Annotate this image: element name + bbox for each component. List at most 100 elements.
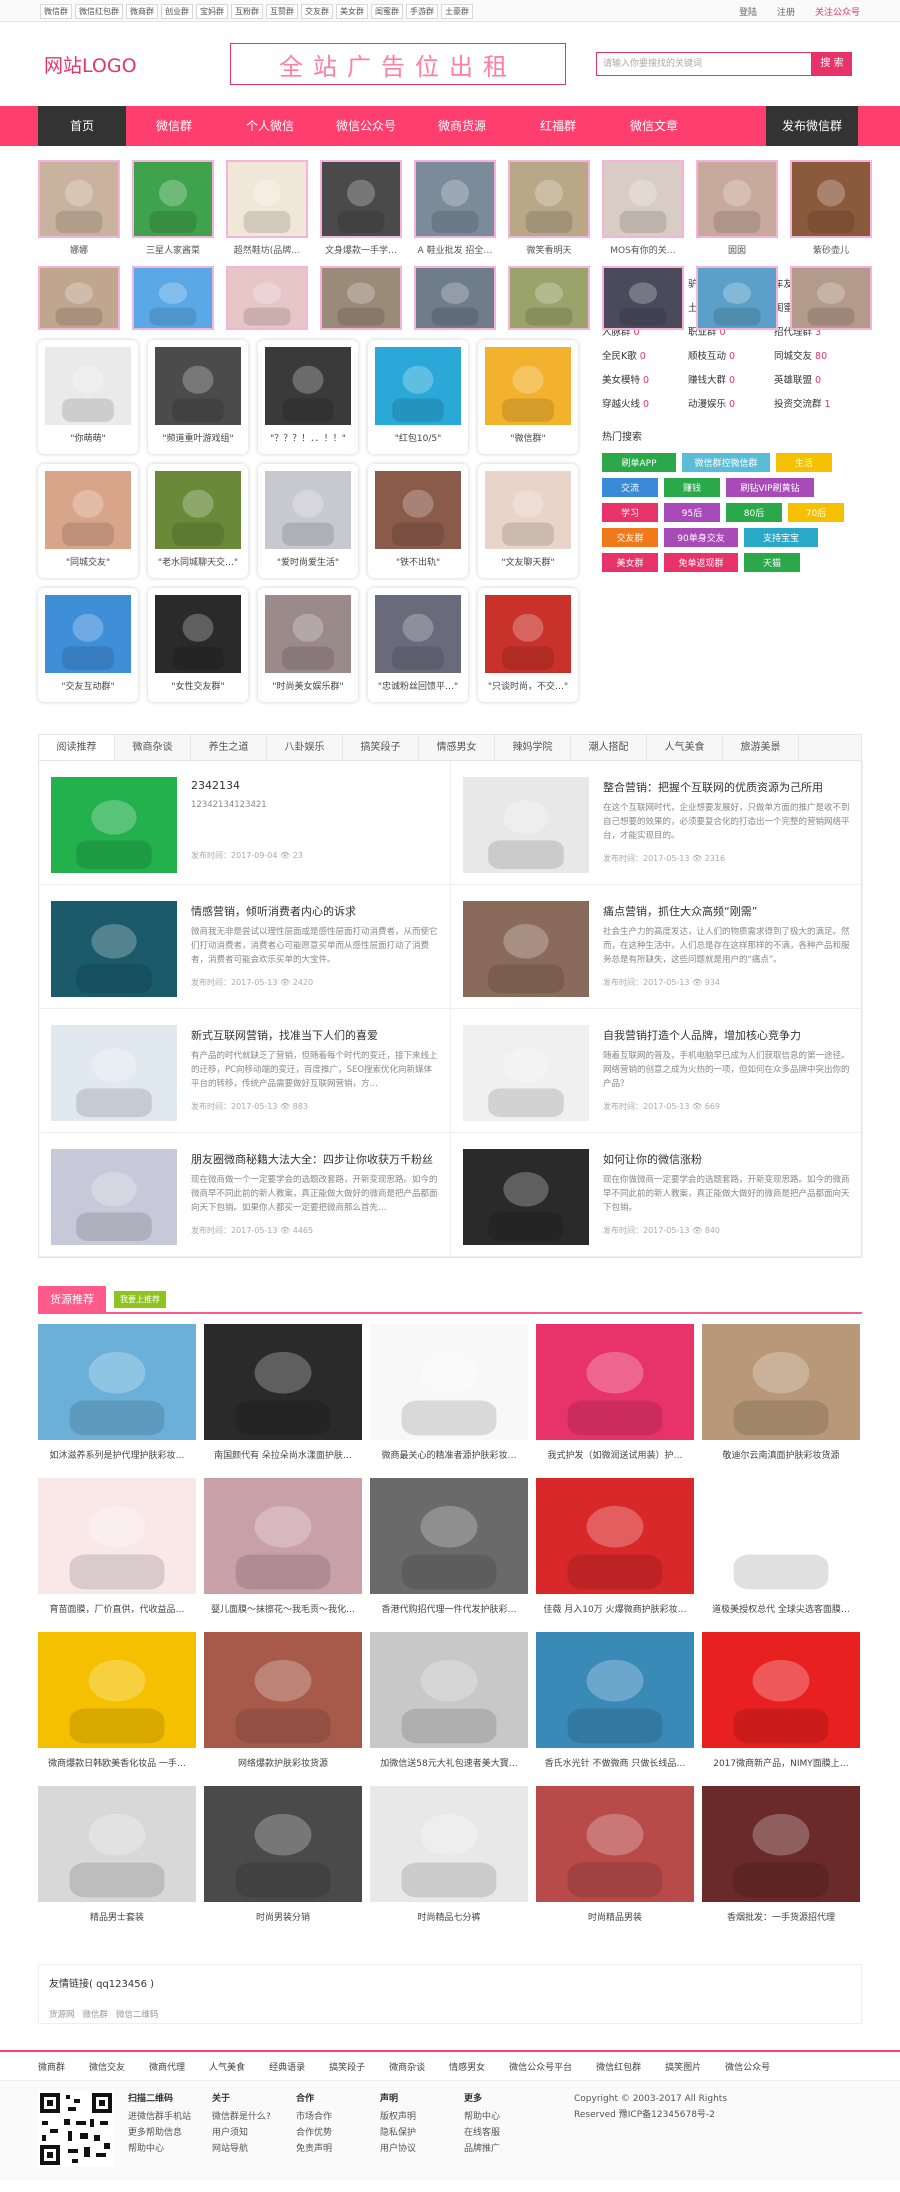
- article-title[interactable]: 新式互联网营销，找准当下人们的喜爱: [191, 1027, 438, 1043]
- article-title[interactable]: 如何让你的微信涨粉: [603, 1151, 850, 1167]
- group-card[interactable]: "？？？！．．！！": [258, 340, 358, 454]
- footer-nav-link[interactable]: 人气美食: [209, 2060, 245, 2073]
- footer-link[interactable]: 微信群是什么?: [212, 2109, 282, 2125]
- avatar-item[interactable]: MOS有你的关…: [602, 160, 684, 256]
- goods-item[interactable]: 时尚精品男装: [536, 1786, 694, 1940]
- footer-link[interactable]: 用户协议: [380, 2141, 450, 2157]
- group-category-link[interactable]: 动漫娱乐 0: [688, 396, 768, 410]
- footer-link[interactable]: 用户须知: [212, 2125, 282, 2141]
- group-card[interactable]: "微信群": [478, 340, 578, 454]
- group-card[interactable]: "同城交友": [38, 464, 138, 578]
- nav-item[interactable]: 微信公众号: [318, 106, 414, 146]
- goods-recommend-badge[interactable]: 我要上推荐: [114, 1290, 166, 1308]
- avatar-item[interactable]: [414, 266, 496, 330]
- footer-nav-link[interactable]: 情感男女: [449, 2060, 485, 2073]
- top-tag[interactable]: 交友群: [301, 3, 333, 19]
- goods-item[interactable]: 时尚男装分销: [204, 1786, 362, 1940]
- hot-tag[interactable]: 刷钻VIP刷黄钻: [726, 478, 814, 497]
- goods-item[interactable]: 精品男士套装: [38, 1786, 196, 1940]
- article-tab[interactable]: 潮人搭配: [571, 735, 647, 760]
- avatar-item[interactable]: 超然鞋坊(品牌…: [226, 160, 308, 256]
- top-tag[interactable]: 互粉群: [231, 3, 263, 19]
- footer-link[interactable]: 帮助中心: [464, 2109, 534, 2125]
- avatar-item[interactable]: [132, 266, 214, 330]
- avatar-item[interactable]: 紫砂壶儿: [790, 160, 872, 256]
- group-card[interactable]: "文友聊天群": [478, 464, 578, 578]
- register-link[interactable]: 注册: [777, 5, 795, 18]
- friend-link[interactable]: 微信群: [83, 2008, 109, 2020]
- top-tag[interactable]: 土豪群: [441, 3, 473, 19]
- group-card[interactable]: "交友互动群": [38, 588, 138, 702]
- goods-item[interactable]: 南国颜代有 朵拉朵尚水漾面护肤…: [204, 1324, 362, 1478]
- goods-item[interactable]: 道极美授权总代 全球尖选客面膜…: [702, 1478, 860, 1632]
- group-card[interactable]: "爱时尚爱生活": [258, 464, 358, 578]
- article-tab[interactable]: 旅游美景: [723, 735, 799, 760]
- site-logo[interactable]: 网站LOGO: [40, 51, 230, 78]
- hot-tag[interactable]: 交友群: [602, 528, 658, 547]
- hot-tag[interactable]: 交流: [602, 478, 658, 497]
- article-title[interactable]: 痛点营销，抓住大众高频“刚需”: [603, 903, 850, 919]
- group-card[interactable]: "忠诚粉丝回馈平…": [368, 588, 468, 702]
- nav-item[interactable]: 红福群: [510, 106, 606, 146]
- hot-tag[interactable]: 生活: [776, 453, 832, 472]
- hot-tag[interactable]: 赚钱: [664, 478, 720, 497]
- goods-item[interactable]: 香氏水光针 不做微商 只做长线品…: [536, 1632, 694, 1786]
- article-item[interactable]: 新式互联网营销，找准当下人们的喜爱 有产品的时代就缺乏了营销，但随着每个时代的变迁…: [39, 1009, 451, 1133]
- footer-nav-link[interactable]: 微信公众号平台: [509, 2060, 572, 2073]
- nav-item[interactable]: 微商货源: [414, 106, 510, 146]
- avatar-item[interactable]: [696, 266, 778, 330]
- avatar-item[interactable]: 文身爆款一手学…: [320, 160, 402, 256]
- group-card[interactable]: "老水同城聊天交…": [148, 464, 248, 578]
- article-title[interactable]: 情感营销，倾听消费者内心的诉求: [191, 903, 438, 919]
- group-card[interactable]: "频道重叶游戏组": [148, 340, 248, 454]
- footer-link[interactable]: 免责声明: [296, 2141, 366, 2157]
- article-tab[interactable]: 微商杂谈: [115, 735, 191, 760]
- hot-tag[interactable]: 支持宝宝: [744, 528, 818, 547]
- group-category-link[interactable]: 顺枝互动 0: [688, 348, 768, 362]
- avatar-item[interactable]: 三星人家酱菜: [132, 160, 214, 256]
- group-category-link[interactable]: 赚钱大群 0: [688, 372, 768, 386]
- footer-link[interactable]: 隐私保护: [380, 2125, 450, 2141]
- footer-link[interactable]: 合作优势: [296, 2125, 366, 2141]
- group-category-link[interactable]: 全民K歌 0: [602, 348, 682, 362]
- group-category-link[interactable]: 穿越火线 0: [602, 396, 682, 410]
- avatar-item[interactable]: 娜娜: [38, 160, 120, 256]
- top-tag[interactable]: 宝妈群: [196, 3, 228, 19]
- top-tag[interactable]: 互赞群: [266, 3, 298, 19]
- group-category-link[interactable]: 投资交流群 1: [774, 396, 854, 410]
- article-item[interactable]: 情感营销，倾听消费者内心的诉求 微商我无非是尝试以理性层面或是感性层面打动消费者，…: [39, 885, 451, 1009]
- footer-link[interactable]: 进微信群手机站: [128, 2109, 198, 2125]
- friend-link[interactable]: 货源网: [49, 2008, 75, 2020]
- footer-nav-link[interactable]: 微商杂谈: [389, 2060, 425, 2073]
- footer-nav-link[interactable]: 微商群: [38, 2060, 65, 2073]
- footer-link[interactable]: 网站导航: [212, 2141, 282, 2157]
- footer-nav-link[interactable]: 经典语录: [269, 2060, 305, 2073]
- goods-item[interactable]: 时尚精品七分裤: [370, 1786, 528, 1940]
- goods-item[interactable]: 香港代购招代理一件代发护肤彩…: [370, 1478, 528, 1632]
- hot-tag[interactable]: 80后: [726, 503, 782, 522]
- group-card[interactable]: "时尚美女娱乐群": [258, 588, 358, 702]
- avatar-item[interactable]: 囡囡: [696, 160, 778, 256]
- search-button[interactable]: 搜 索: [812, 52, 852, 76]
- hot-tag[interactable]: 学习: [602, 503, 658, 522]
- article-item[interactable]: 痛点营销，抓住大众高频“刚需” 社会生产力的高度发达，让人们的物质需求得到了极大的…: [451, 885, 863, 1009]
- top-tag[interactable]: 微信红包群: [75, 3, 123, 19]
- article-item[interactable]: 整合营销：把握个互联网的优质资源为己所用 在这个互联网时代，企业想要发展好，只做单…: [451, 761, 863, 885]
- avatar-item[interactable]: A 鞋业批发 招全…: [414, 160, 496, 256]
- article-title[interactable]: 2342134: [191, 779, 438, 792]
- footer-nav-link[interactable]: 微信交友: [89, 2060, 125, 2073]
- footer-nav-link[interactable]: 微信红包群: [596, 2060, 641, 2073]
- goods-item[interactable]: 婴儿面膜～抹擦花～我毛贡～我化…: [204, 1478, 362, 1632]
- footer-nav-link[interactable]: 微商代理: [149, 2060, 185, 2073]
- footer-link[interactable]: 品牌推广: [464, 2141, 534, 2157]
- footer-nav-link[interactable]: 微信公众号: [725, 2060, 770, 2073]
- avatar-item[interactable]: [38, 266, 120, 330]
- avatar-item[interactable]: [226, 266, 308, 330]
- group-card[interactable]: "铁不出轨": [368, 464, 468, 578]
- hot-tag[interactable]: 70后: [788, 503, 844, 522]
- article-item[interactable]: 2342134 12342134123421 发布时间：2017-09-04 👁 2…: [39, 761, 451, 885]
- footer-link[interactable]: 在线客服: [464, 2125, 534, 2141]
- group-card[interactable]: "只谈时尚，不交…": [478, 588, 578, 702]
- group-category-link[interactable]: 英雄联盟 0: [774, 372, 854, 386]
- group-category-link[interactable]: 美女模特 0: [602, 372, 682, 386]
